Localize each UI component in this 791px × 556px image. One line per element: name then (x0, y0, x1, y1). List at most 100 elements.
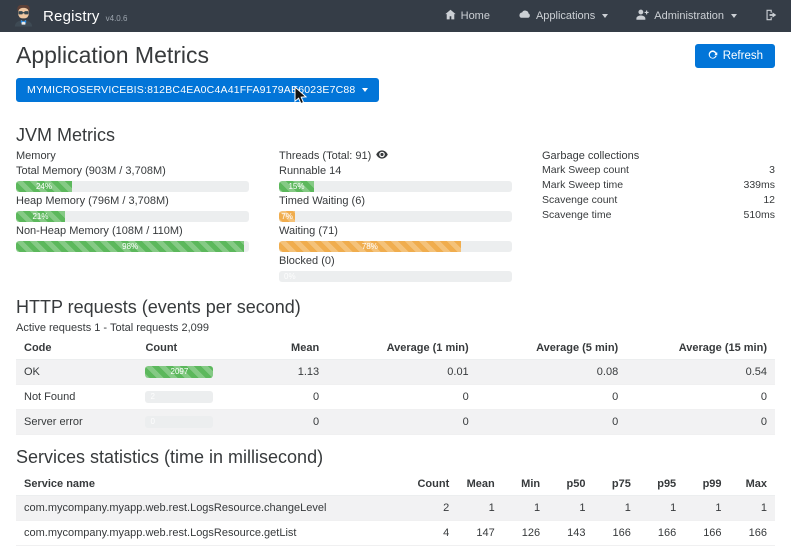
progress-zero-label: 0 (150, 416, 154, 427)
progress-bar: 78% (279, 241, 512, 252)
progress-zero-label: 2 (150, 391, 154, 402)
http-mean-cell: 0 (251, 385, 327, 410)
gc-row: Mark Sweep time 339ms (542, 178, 775, 193)
service-stat-cell: 147 (457, 521, 503, 546)
progress-bar: 2097 (145, 366, 213, 378)
http-average-cell: 0 (327, 385, 477, 410)
service-stat-cell: 2 (409, 496, 457, 521)
progress-fill: 7% (279, 211, 295, 222)
http-average-cell: 0 (477, 385, 627, 410)
http-average-cell: 0.54 (626, 360, 775, 385)
service-col-header: p50 (548, 472, 593, 496)
service-col-header: Service name (16, 472, 409, 496)
http-average-cell: 0 (477, 410, 627, 435)
progress-fill: 98% (16, 241, 244, 252)
memory-bar-label: Non-Heap Memory (108M / 110M) (16, 225, 249, 237)
http-count-cell: 0 (137, 410, 251, 435)
brand-version: v4.0.6 (106, 14, 128, 23)
gc-row: Scavenge time510ms (542, 208, 775, 223)
http-col-header: Count (137, 336, 251, 360)
service-stat-cell: 1 (639, 496, 684, 521)
progress-fill: 15% (279, 181, 314, 192)
service-stat-cell: 1 (457, 496, 503, 521)
service-stat-cell: 1 (503, 496, 548, 521)
memory-bar-label: Total Memory (903M / 3,708M) (16, 165, 249, 177)
threads-title: Threads (Total: 91) (279, 150, 371, 162)
gc-label: Mark Sweep time (542, 179, 623, 192)
http-col-header: Average (15 min) (626, 336, 775, 360)
service-stat-cell: 166 (593, 521, 638, 546)
progress-fill: 21% (16, 211, 65, 222)
http-code-cell: Not Found (16, 385, 137, 410)
progress-fill: 24% (16, 181, 72, 192)
progress-bar: 98% (16, 241, 249, 252)
jhipster-logo-icon (12, 3, 35, 30)
home-icon (445, 9, 456, 23)
http-code-cell: Server error (16, 410, 137, 435)
gc-value: 339ms (743, 179, 775, 192)
jvm-metrics-section: Memory Total Memory (903M / 3,708M)24%He… (16, 150, 775, 285)
thread-bar-label: Blocked (0) (279, 255, 512, 267)
service-stat-cell: 143 (548, 521, 593, 546)
memory-column: Memory Total Memory (903M / 3,708M)24%He… (16, 150, 249, 285)
http-average-cell: 0 (626, 410, 775, 435)
service-name-cell: com.mycompany.myapp.web.rest.LogsResourc… (16, 496, 409, 521)
http-average-cell: 0.01 (327, 360, 477, 385)
page-title: Application Metrics (16, 42, 209, 69)
http-average-cell: 0 (327, 410, 477, 435)
nav-applications[interactable]: Applications (518, 9, 608, 23)
http-col-header: Code (16, 336, 137, 360)
service-stat-cell: 166 (730, 521, 775, 546)
jvm-metrics-title: JVM Metrics (16, 125, 775, 146)
service-col-header: Mean (457, 472, 503, 496)
eye-icon[interactable] (376, 150, 388, 162)
gc-row: Scavenge count12 (542, 193, 775, 208)
progress-zero-label: 0% (284, 271, 296, 282)
refresh-icon (707, 49, 718, 63)
mouse-cursor (294, 86, 308, 109)
service-stat-cell: 1 (730, 496, 775, 521)
service-stat-cell: 1 (593, 496, 638, 521)
instance-selector-dropdown[interactable]: MYMICROSERVICEBIS:812BC4EA0C4A41FFA9179A… (16, 78, 379, 102)
service-table-row: com.mycompany.myapp.web.rest.LogsResourc… (16, 521, 775, 546)
nav-administration[interactable]: Administration (636, 9, 737, 23)
refresh-button[interactable]: Refresh (695, 44, 775, 68)
http-mean-cell: 0 (251, 410, 327, 435)
service-col-header: Count (409, 472, 457, 496)
service-col-header: p99 (684, 472, 729, 496)
metrics-page: Application Metrics Refresh MYMICROSERVI… (0, 32, 791, 556)
service-stat-cell: 166 (684, 521, 729, 546)
thread-bar-label: Timed Waiting (6) (279, 195, 512, 207)
brand-name: Registry (43, 8, 100, 25)
http-requests-subtitle: Active requests 1 - Total requests 2,099 (16, 322, 775, 334)
nav-logout[interactable] (765, 9, 777, 24)
http-table-row: Server error00000 (16, 410, 775, 435)
service-stat-cell: 1 (548, 496, 593, 521)
gc-value: 510ms (743, 209, 775, 222)
thread-bar-label: Runnable 14 (279, 165, 512, 177)
caret-down-icon (362, 88, 368, 92)
http-col-header: Average (5 min) (477, 336, 627, 360)
navbar: Registry v4.0.6 Home Applications Admini… (0, 0, 791, 32)
gc-label: Mark Sweep count (542, 164, 629, 177)
service-col-header: p95 (639, 472, 684, 496)
service-name-cell: com.mycompany.myapp.web.rest.LogsResourc… (16, 521, 409, 546)
sign-out-icon (765, 9, 777, 24)
service-col-header: Max (730, 472, 775, 496)
http-col-header: Average (1 min) (327, 336, 477, 360)
http-code-cell: OK (16, 360, 137, 385)
chevron-down-icon (731, 14, 737, 18)
gc-value: 3 (769, 164, 775, 177)
http-requests-title: HTTP requests (events per second) (16, 297, 775, 318)
gc-title: Garbage collections (542, 150, 775, 162)
http-requests-table: CodeCountMeanAverage (1 min)Average (5 m… (16, 336, 775, 435)
http-average-cell: 0.08 (477, 360, 627, 385)
service-stat-cell: 1 (684, 496, 729, 521)
thread-bar-label: Waiting (71) (279, 225, 512, 237)
progress-bar: 21% (16, 211, 249, 222)
nav-home[interactable]: Home (445, 9, 490, 23)
services-statistics-table: Service nameCountMeanMinp50p75p95p99Max … (16, 472, 775, 546)
gc-row: Mark Sweep count 3 (542, 163, 775, 178)
http-col-header: Mean (251, 336, 327, 360)
brand-link[interactable]: Registry v4.0.6 (12, 3, 127, 30)
